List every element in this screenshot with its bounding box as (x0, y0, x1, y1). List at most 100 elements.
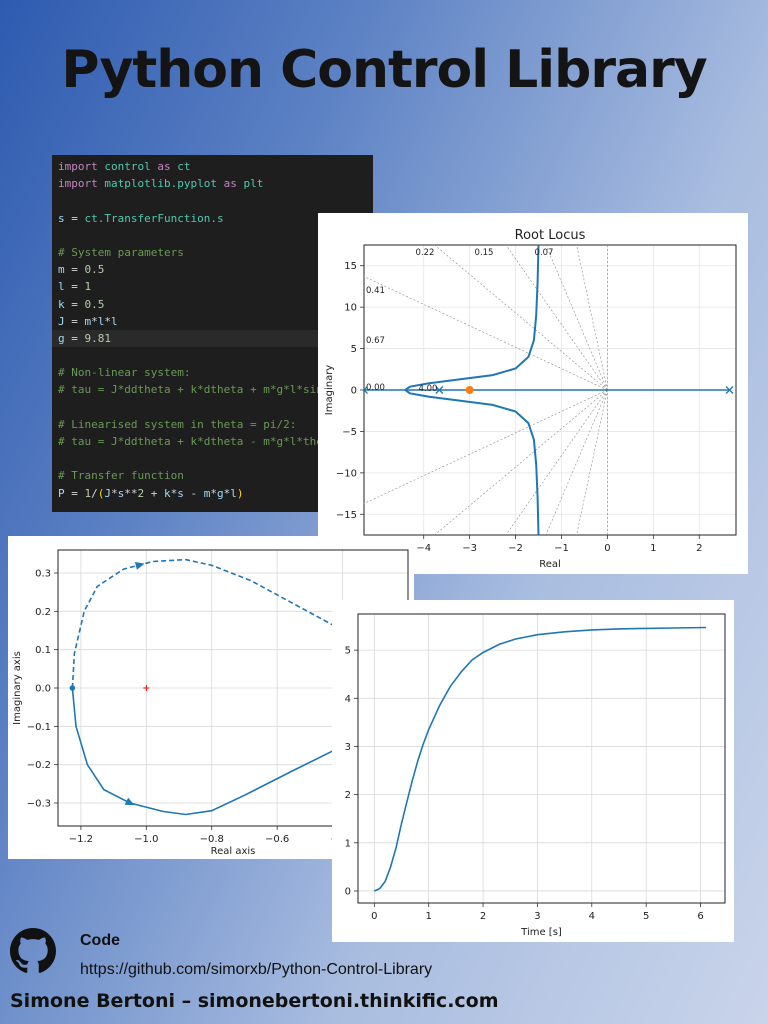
code-token: - (183, 486, 204, 500)
code-token: * (111, 486, 118, 500)
plot-area (364, 245, 734, 535)
code-token: 1 (84, 280, 92, 294)
code-token: as (157, 160, 171, 173)
x-tick-label: −0.8 (200, 834, 224, 845)
code-label: Code (80, 932, 120, 949)
y-tick-label: −5 (342, 427, 357, 438)
direction-arrow (134, 562, 145, 570)
plot-area (373, 626, 707, 892)
code-token: = (64, 263, 85, 277)
critical-point-marker (143, 685, 150, 691)
y-axis-label: Imaginary axis (12, 651, 23, 725)
code-token: ct (170, 160, 191, 173)
author-credit: Simone Bertoni – simonebertoni.thinkific… (10, 990, 499, 1012)
code-token: l (111, 314, 118, 328)
zero-marker (465, 386, 474, 394)
x-tick-label: −3 (462, 543, 477, 554)
locus-branch-lower (404, 389, 540, 535)
axes-frame (357, 613, 726, 904)
step-response-chart: 0 1 2 3 4 5 6 0 1 2 3 4 5 Time [s] (345, 613, 726, 938)
step-response-panel: 0 1 2 3 4 5 6 0 1 2 3 4 5 Time [s] (332, 600, 734, 942)
chart-title: Root Locus (515, 228, 586, 243)
page-title: Python Control Library (61, 40, 707, 100)
code-token: / (91, 486, 98, 500)
x-tick-label: 0 (604, 543, 610, 554)
code-token: J (104, 486, 111, 500)
code-token: = (64, 331, 85, 345)
code-token: * (91, 314, 98, 328)
y-tick-label: 0.3 (35, 569, 51, 580)
root-locus-panel: Root Locus −4 −3 −2 −1 0 1 2 −15 −10 −5 0 5 10 15 0.22 0… (318, 213, 748, 574)
x-tick-label: 6 (697, 911, 703, 922)
damping-line (364, 389, 608, 504)
y-axis-label: Imaginary (324, 365, 335, 416)
y-tick-label: 0 (345, 886, 351, 897)
y-tick-label: −15 (336, 510, 357, 521)
x-tick-label: 3 (534, 911, 540, 922)
x-tick-label: 4 (589, 911, 595, 922)
code-token: import (58, 177, 98, 191)
y-tick-label: −0.3 (27, 799, 51, 810)
x-tick-label: −4 (416, 543, 431, 554)
code-token: # tau = J*ddtheta + k*dtheta - m*g*l*the… (58, 435, 337, 448)
code-token: matplotlib.pyplot (97, 177, 224, 191)
code-token: g (58, 331, 65, 345)
code-token: import (58, 160, 98, 173)
code-token: l (58, 280, 65, 294)
x-tick-label: 0 (371, 911, 377, 922)
y-tick-label: 10 (344, 303, 357, 314)
x-axis-label: Time [s] (520, 927, 562, 938)
code-token: # System parameters (58, 245, 184, 259)
damping-label: 0.15 (475, 248, 494, 258)
y-tick-label: 5 (345, 646, 351, 657)
y-tick-label: 0.0 (35, 684, 51, 695)
y-tick-label: 5 (351, 344, 357, 355)
x-tick-label: −2 (508, 543, 523, 554)
code-token: = (64, 314, 85, 328)
y-tick-label: 0 (351, 386, 357, 397)
x-axis-label: Real (539, 559, 561, 570)
locus-branch-upper (404, 245, 540, 391)
code-token: 9.81 (84, 331, 112, 345)
damping-line (364, 276, 608, 391)
github-icon (10, 928, 56, 973)
code-token: plt (236, 177, 264, 191)
y-tick-label: 15 (344, 261, 357, 272)
code-token: + (144, 486, 164, 500)
code-line: import control as ct (58, 158, 373, 175)
root-locus-chart: Root Locus−4 −3 −2 −1 0 1 2−15−10−50510150.22 0… (324, 228, 737, 570)
frequency-label: 4.00 (419, 384, 438, 394)
code-token: = (64, 486, 85, 500)
code-token: = (64, 280, 85, 294)
x-tick-label: 5 (643, 911, 649, 922)
code-token: * (210, 486, 217, 500)
code-token: as (223, 177, 237, 191)
code-token: # Linearised system in theta = pi/2: (58, 417, 297, 431)
y-tick-label: −10 (336, 468, 357, 479)
repo-link[interactable]: https://github.com/simorxb/Python-Contro… (80, 961, 432, 979)
y-tick-label: 1 (345, 838, 351, 849)
code-token: ** (124, 486, 138, 500)
start-point (69, 685, 76, 691)
x-tick-label: −1.0 (134, 834, 158, 845)
x-tick-label: 1 (425, 911, 431, 922)
x-tick-label: −1.2 (69, 834, 93, 845)
damping-label: 0.41 (366, 286, 385, 296)
code-token: = (64, 211, 85, 225)
x-tick-label: 2 (696, 543, 702, 554)
y-tick-label: −0.2 (27, 760, 51, 771)
x-tick-label: −0.6 (265, 834, 289, 845)
code-token: = (64, 297, 85, 311)
code-token: l (230, 486, 237, 500)
code-token: s (177, 486, 184, 500)
damping-label: 0.22 (416, 248, 435, 258)
damping-label: 0.00 (366, 383, 385, 393)
code-token: 0.5 (84, 263, 105, 277)
y-tick-label: 2 (345, 790, 351, 801)
code-token: # Transfer function (58, 469, 184, 483)
x-axis-label: Real axis (211, 846, 256, 857)
code-token: ) (236, 486, 244, 500)
code-token: s (58, 211, 65, 225)
damping-label: 0.07 (535, 248, 554, 258)
